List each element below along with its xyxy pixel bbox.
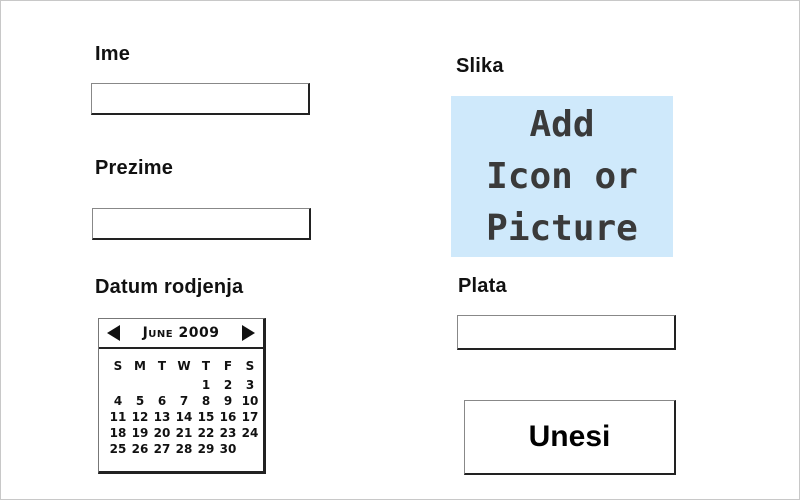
weekday-header: T xyxy=(201,359,211,373)
birth-date-label: Datum rodjenja xyxy=(95,276,244,298)
calendar-empty-cell xyxy=(151,377,173,393)
calendar-day[interactable]: 24 xyxy=(239,425,261,441)
calendar-day[interactable]: 20 xyxy=(151,425,173,441)
calendar-day[interactable]: 14 xyxy=(173,409,195,425)
previous-month-icon[interactable] xyxy=(107,325,120,341)
last-name-label: Prezime xyxy=(95,157,174,179)
last-name-field[interactable] xyxy=(92,208,311,240)
salary-label: Plata xyxy=(458,275,507,297)
weekday-header: W xyxy=(177,359,191,373)
calendar-empty-cell xyxy=(173,377,195,393)
calendar-day[interactable]: 23 xyxy=(217,425,239,441)
next-month-icon[interactable] xyxy=(242,325,255,341)
calendar-day[interactable]: 1 xyxy=(195,377,217,393)
calendar-day[interactable]: 4 xyxy=(107,393,129,409)
weekday-header: S xyxy=(113,359,123,373)
weekday-header: S xyxy=(245,359,255,373)
calendar-day[interactable]: 13 xyxy=(151,409,173,425)
calendar-empty-cell xyxy=(107,377,129,393)
weekday-header: T xyxy=(157,359,167,373)
calendar-day[interactable]: 28 xyxy=(173,441,195,457)
calendar-day[interactable]: 19 xyxy=(129,425,151,441)
salary-field[interactable] xyxy=(457,315,676,350)
calendar-grid: S M T W T F S 1 2 3 4 5 6 7 8 9 10 11 12 13 14 15 16 17 18 19 20 21… xyxy=(99,349,263,457)
first-name-label: Ime xyxy=(95,43,131,65)
calendar-header: June 2009 xyxy=(99,319,263,349)
calendar-empty-cell xyxy=(129,377,151,393)
picture-label: Slika xyxy=(456,55,504,77)
calendar-day[interactable]: 8 xyxy=(195,393,217,409)
calendar-day[interactable]: 11 xyxy=(107,409,129,425)
picture-placeholder-text: Add Icon or Picture xyxy=(486,103,638,249)
first-name-field[interactable] xyxy=(91,83,310,115)
calendar-day[interactable]: 21 xyxy=(173,425,195,441)
calendar-day[interactable]: 25 xyxy=(107,441,129,457)
calendar-day[interactable]: 12 xyxy=(129,409,151,425)
calendar-day[interactable]: 15 xyxy=(195,409,217,425)
calendar-day[interactable]: 7 xyxy=(173,393,195,409)
submit-button[interactable]: Unesi xyxy=(464,400,676,475)
calendar-day[interactable]: 26 xyxy=(129,441,151,457)
picture-placeholder[interactable]: Add Icon or Picture xyxy=(451,96,673,257)
calendar-day[interactable]: 2 xyxy=(217,377,239,393)
calendar-day[interactable]: 5 xyxy=(129,393,151,409)
calendar-month-label: June 2009 xyxy=(142,325,220,341)
calendar-day[interactable]: 18 xyxy=(107,425,129,441)
calendar-day[interactable]: 17 xyxy=(239,409,261,425)
calendar-day[interactable]: 16 xyxy=(217,409,239,425)
calendar-day[interactable]: 3 xyxy=(239,377,261,393)
birth-date-calendar[interactable]: June 2009 S M T W T F S 1 2 3 4 5 6 7 8 9 10 11 12 13 14 15 16… xyxy=(98,318,266,474)
weekday-header: M xyxy=(134,359,146,373)
calendar-day[interactable]: 9 xyxy=(217,393,239,409)
calendar-day[interactable]: 30 xyxy=(217,441,239,457)
calendar-day[interactable]: 6 xyxy=(151,393,173,409)
weekday-header: F xyxy=(223,359,233,373)
calendar-day[interactable]: 27 xyxy=(151,441,173,457)
calendar-day[interactable]: 10 xyxy=(239,393,261,409)
calendar-day[interactable]: 29 xyxy=(195,441,217,457)
calendar-day[interactable]: 22 xyxy=(195,425,217,441)
